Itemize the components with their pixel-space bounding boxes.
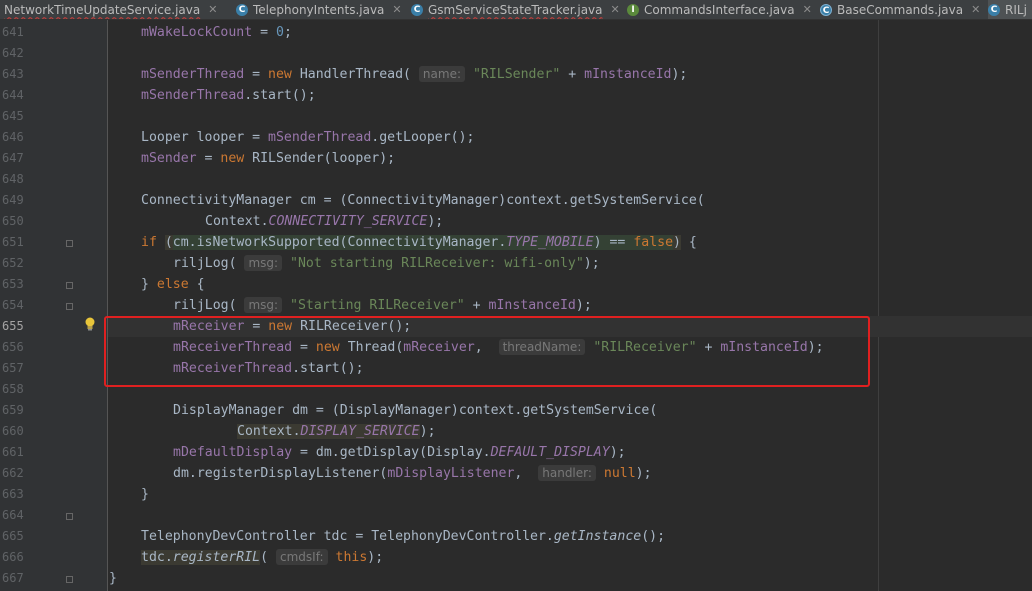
code-line: Context.CONNECTIVITY_SERVICE); (205, 214, 444, 229)
line-number: 650 (2, 214, 24, 228)
tab-networktimeupdateservice[interactable]: NetworkTimeUpdateService.java ✕ (4, 0, 217, 19)
code-line: dm.registerDisplayListener(mDisplayListe… (173, 465, 652, 481)
line-number: 655 (2, 319, 24, 333)
code-line: Looper looper = mSenderThread.getLooper(… (141, 130, 475, 145)
line-number: 662 (2, 466, 24, 480)
code-line: if (cm.isNetworkSupported(ConnectivityMa… (141, 235, 697, 250)
tab-label: GsmServiceStateTracker.java (428, 2, 603, 17)
tab-rilj[interactable]: C RILj (988, 0, 1032, 19)
class-icon: C (411, 3, 423, 16)
line-number: 658 (2, 382, 24, 396)
fold-marker-icon[interactable] (66, 240, 73, 247)
line-number: 644 (2, 88, 24, 102)
parameter-hint: msg: (244, 297, 283, 313)
line-number: 665 (2, 529, 24, 543)
code-line: mSender = new RILSender(looper); (141, 151, 396, 166)
code-line: Context.DISPLAY_SERVICE); (237, 424, 436, 439)
code-line: mSenderThread = new HandlerThread( name:… (141, 66, 688, 82)
close-icon[interactable]: ✕ (611, 3, 620, 16)
code-line: } (109, 571, 117, 586)
tab-commandsinterface[interactable]: I CommandsInterface.java ✕ (627, 0, 812, 19)
line-number: 643 (2, 67, 24, 81)
fold-marker-icon[interactable] (66, 282, 73, 289)
line-number-gutter[interactable]: 641 642 643 644 645 646 647 648 649 650 … (0, 20, 108, 591)
line-number: 654 (2, 298, 24, 312)
close-icon[interactable]: ✕ (803, 3, 812, 16)
code-line: } else { (141, 277, 205, 292)
line-number: 651 (2, 235, 24, 249)
tab-label: RILj (1005, 2, 1027, 17)
code-line: TelephonyDevController tdc = TelephonyDe… (141, 529, 666, 544)
code-line: mDefaultDisplay = dm.getDisplay(Display.… (173, 445, 626, 460)
code-line: ConnectivityManager cm = (ConnectivityMa… (141, 193, 705, 208)
highlight-annotation-box (104, 316, 870, 387)
line-number: 647 (2, 151, 24, 165)
line-number: 663 (2, 487, 24, 501)
line-number: 652 (2, 256, 24, 270)
tab-label: TelephonyIntents.java (253, 2, 385, 17)
parameter-hint: msg: (244, 255, 283, 271)
code-line: riljLog( msg: "Not starting RILReceiver:… (173, 255, 600, 271)
class-icon: C (988, 3, 1000, 16)
fold-marker-icon[interactable] (66, 303, 73, 310)
fold-marker-icon[interactable] (66, 576, 73, 583)
close-icon[interactable]: ✕ (392, 3, 401, 16)
tab-basecommands[interactable]: C BaseCommands.java ✕ (820, 0, 980, 19)
lightbulb-icon[interactable] (84, 317, 96, 331)
close-icon[interactable]: ✕ (971, 3, 980, 16)
abstract-class-icon: C (820, 3, 832, 16)
line-number: 645 (2, 109, 24, 123)
code-line: mWakeLockCount = 0; (141, 25, 292, 40)
tab-telephonyintents[interactable]: C TelephonyIntents.java ✕ (236, 0, 402, 19)
line-number: 667 (2, 571, 24, 585)
fold-marker-icon[interactable] (66, 513, 73, 520)
code-line: tdc.registerRIL( cmdsIf: this); (141, 549, 384, 565)
line-number: 642 (2, 46, 24, 60)
code-line: riljLog( msg: "Starting RILReceiver" + m… (173, 297, 592, 313)
line-number: 664 (2, 508, 24, 522)
tab-label: NetworkTimeUpdateService.java (4, 2, 201, 17)
code-editor[interactable]: mWakeLockCount = 0; mSenderThread = new … (108, 20, 1032, 591)
tab-gsmservicestatetracker[interactable]: C GsmServiceStateTracker.java ✕ (411, 0, 620, 19)
code-line: } (141, 487, 149, 502)
tab-label: CommandsInterface.java (644, 2, 795, 17)
line-number: 646 (2, 130, 24, 144)
line-number: 656 (2, 340, 24, 354)
line-number: 660 (2, 424, 24, 438)
parameter-hint: cmdsIf: (276, 549, 328, 565)
line-number: 661 (2, 445, 24, 459)
parameter-hint: name: (418, 66, 465, 82)
interface-icon: I (627, 3, 639, 16)
tab-label: BaseCommands.java (837, 2, 964, 17)
line-number: 653 (2, 277, 24, 291)
line-number: 657 (2, 361, 24, 375)
class-icon: C (236, 3, 248, 16)
line-number: 666 (2, 550, 24, 564)
parameter-hint: handler: (538, 465, 596, 481)
code-line: mSenderThread.start(); (141, 88, 316, 103)
editor-tab-bar: NetworkTimeUpdateService.java ✕ C Teleph… (0, 0, 1032, 20)
close-icon[interactable]: ✕ (208, 3, 217, 16)
line-number: 649 (2, 193, 24, 207)
line-number: 641 (2, 25, 24, 39)
line-number: 648 (2, 172, 24, 186)
line-number: 659 (2, 403, 24, 417)
code-line: DisplayManager dm = (DisplayManager)cont… (173, 403, 658, 418)
